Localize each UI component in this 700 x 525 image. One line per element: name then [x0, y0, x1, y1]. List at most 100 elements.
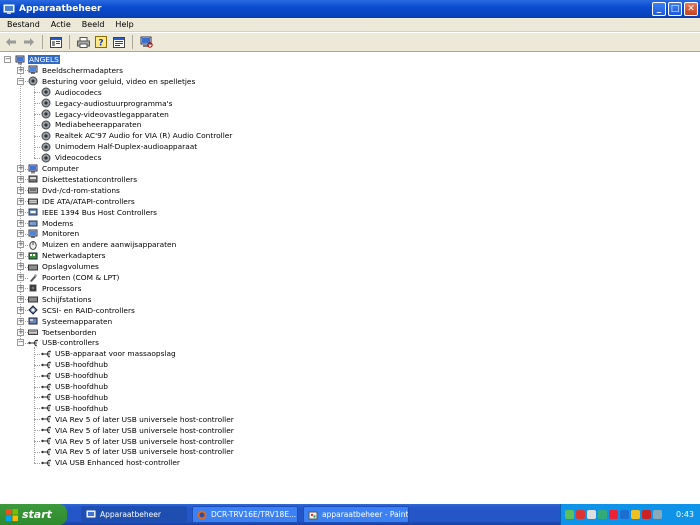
root-expander[interactable]: − [4, 56, 11, 63]
tree-item[interactable]: Audiocodecs [41, 87, 103, 98]
title-bar[interactable]: Apparaatbeheer _ □ ✕ [0, 0, 700, 18]
tree-item[interactable]: Dvd-/cd-rom-stations [28, 185, 121, 196]
tree-expander[interactable]: + [17, 241, 24, 249]
tree-item[interactable]: VIA Rev 5 of later USB universele host-c… [41, 446, 235, 457]
tree-item[interactable]: Besturing voor geluid, video en spelletj… [28, 76, 196, 87]
maximize-button[interactable]: □ [668, 2, 682, 16]
mouse-icon [29, 240, 37, 250]
tree-item[interactable]: USB-hoofdhub [41, 381, 109, 392]
close-button[interactable]: ✕ [684, 2, 698, 16]
tree-item[interactable]: VIA Rev 5 of later USB universele host-c… [41, 436, 235, 447]
task-apparaatbeheer[interactable]: Apparaatbeheer [81, 506, 187, 523]
menu-beeld[interactable]: Beeld [77, 20, 111, 29]
tree-item[interactable]: Computer [28, 163, 80, 174]
tree-item[interactable]: VIA Rev 5 of later USB universele host-c… [41, 414, 235, 425]
tree-root[interactable]: ANGELS [15, 54, 60, 65]
tree-expander[interactable]: + [17, 328, 24, 336]
tree-item[interactable]: Schijfstations [28, 294, 92, 305]
tree-expander[interactable]: + [17, 165, 24, 172]
printer-icon [76, 36, 90, 48]
tree-item-label: VIA Rev 5 of later USB universele host-c… [55, 425, 234, 435]
update-tray-icon[interactable] [631, 510, 640, 519]
tree-expander[interactable]: + [17, 263, 24, 271]
tree-expander[interactable]: + [17, 230, 24, 238]
tree-item[interactable]: Realtek AC'97 Audio for VIA (R) Audio Co… [41, 130, 233, 141]
tree-item[interactable]: Unimodem Half-Duplex-audioapparaat [41, 141, 198, 152]
tree-expander[interactable]: + [17, 66, 24, 74]
connection-tray-icon[interactable] [598, 510, 607, 519]
console-tree-button[interactable] [48, 35, 64, 50]
tree-item[interactable]: Muizen en andere aanwijsapparaten [28, 239, 177, 250]
usb-tray-icon[interactable] [653, 510, 662, 519]
tree-item[interactable]: Mediabeheerapparaten [41, 119, 142, 130]
tree-item-label: SCSI- en RAID-controllers [42, 305, 135, 315]
tree-expander[interactable]: + [17, 208, 24, 216]
tree-expander[interactable]: + [17, 306, 24, 314]
tree-expander[interactable]: + [17, 219, 24, 227]
tree-expander[interactable]: + [17, 252, 24, 260]
tree-item[interactable]: VIA Rev 5 of later USB universele host-c… [41, 425, 235, 436]
tree-expander[interactable]: − [17, 77, 24, 85]
menu-actie[interactable]: Actie [46, 20, 77, 29]
speaker-icon [41, 142, 51, 152]
volume-tray-icon[interactable] [587, 510, 596, 519]
network-tray-icon[interactable] [565, 510, 574, 519]
forward-button[interactable] [21, 35, 37, 50]
tree-item[interactable]: Modems [28, 218, 74, 229]
tree-item[interactable]: Videocodecs [41, 152, 102, 163]
shield-tray-icon[interactable] [576, 510, 585, 519]
security-tray-icon[interactable] [642, 510, 651, 519]
tree-item[interactable]: Beeldschermadapters [28, 65, 124, 76]
tree-item[interactable]: Poorten (COM & LPT) [28, 272, 120, 283]
tree-item-label: Schijfstations [42, 294, 92, 304]
tree-item[interactable]: USB-hoofdhub [41, 370, 109, 381]
tree-item[interactable]: Monitoren [28, 228, 80, 239]
tree-expander[interactable]: + [17, 274, 24, 281]
tree-item[interactable]: Toetsenborden [28, 327, 97, 338]
antivirus-tray-icon[interactable] [609, 510, 618, 519]
tree-item[interactable]: VIA USB Enhanced host-controller [41, 457, 181, 468]
tree-item[interactable]: Opslagvolumes [28, 261, 100, 272]
tree-item[interactable]: USB-hoofdhub [41, 392, 109, 403]
device-tree[interactable]: − ANGELS + Beeldschermadapters − Besturing … [0, 53, 700, 501]
tree-expander[interactable]: + [17, 317, 24, 325]
help-button[interactable]: ? [93, 35, 109, 50]
menu-bestand[interactable]: Bestand [2, 20, 46, 29]
back-button[interactable] [3, 35, 19, 50]
tree-item[interactable]: USB-apparaat voor massaopslag [41, 348, 177, 359]
tree-expander[interactable]: + [17, 295, 24, 303]
tree-expander[interactable]: + [17, 175, 24, 183]
messenger-tray-icon[interactable] [620, 510, 629, 519]
tree-item[interactable]: USB-hoofdhub [41, 403, 109, 414]
speaker-icon [41, 98, 51, 108]
tree-item[interactable]: Legacy-audiostuurprogramma's [41, 98, 174, 109]
print-button[interactable] [75, 35, 91, 50]
tree-expander[interactable]: + [17, 197, 24, 205]
scan-hardware-button[interactable] [138, 35, 154, 50]
menu-help[interactable]: Help [110, 20, 139, 29]
tree-item[interactable]: USB-controllers [28, 337, 100, 348]
tree-item[interactable]: Netwerkadapters [28, 250, 107, 261]
tree-item[interactable]: Diskettestationcontrollers [28, 174, 138, 185]
tree-item-label: Legacy-audiostuurprogramma's [55, 98, 173, 108]
tree-item[interactable]: Processors [28, 283, 82, 294]
tree-item[interactable]: Legacy-videovastlegapparaten [41, 109, 170, 120]
tree-item-label: Audiocodecs [55, 87, 102, 97]
tree-expander[interactable]: − [17, 339, 24, 347]
tree-item-label: Unimodem Half-Duplex-audioapparaat [55, 142, 198, 152]
tree-item[interactable]: SCSI- en RAID-controllers [28, 305, 136, 316]
task-firefox[interactable]: DCR-TRV16E/TRV18E... [192, 506, 298, 523]
tree-item[interactable]: USB-hoofdhub [41, 359, 109, 370]
properties-button[interactable] [111, 35, 127, 50]
task-label: DCR-TRV16E/TRV18E... [211, 510, 297, 519]
start-button[interactable]: start [0, 504, 67, 525]
task-paint[interactable]: apparaatbeheer - Paint [303, 506, 409, 523]
tree-expander[interactable]: + [17, 284, 24, 292]
tree-item[interactable]: Systeemapparaten [28, 316, 113, 327]
monitor-icon [28, 65, 38, 75]
tree-item-label: USB-hoofdhub [55, 403, 108, 413]
minimize-button[interactable]: _ [652, 2, 666, 16]
tree-expander[interactable]: + [17, 186, 24, 194]
tree-item[interactable]: IEEE 1394 Bus Host Controllers [28, 207, 158, 218]
tree-item[interactable]: IDE ATA/ATAPI-controllers [28, 196, 136, 207]
